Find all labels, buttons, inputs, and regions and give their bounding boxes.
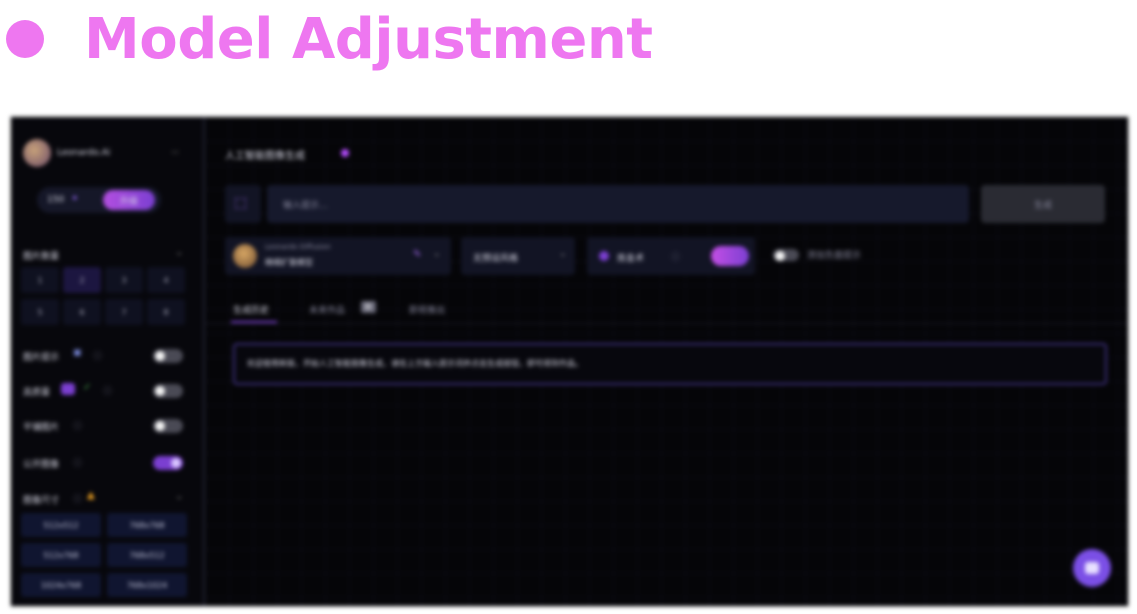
count-option[interactable]: 8 — [147, 299, 185, 325]
user-name[interactable]: Leonardo.Ai — [57, 148, 110, 158]
notice-text: 欢迎使用新版，开始人工智能图像生成，请在上方输入提示词并点击生成按钮，即可得到作… — [247, 359, 583, 368]
info-icon[interactable]: ⓘ — [73, 456, 82, 469]
chat-help-button[interactable] — [1073, 549, 1111, 587]
image-icon: ▣ — [73, 348, 82, 358]
count-option[interactable]: 1 — [21, 267, 59, 293]
collapse-sidebar-icon[interactable]: ‹‹ — [171, 147, 179, 158]
tab-history[interactable]: 生成历史 — [233, 303, 269, 316]
prompt-input[interactable]: 输入提示… — [267, 185, 969, 223]
info-icon[interactable]: ⓘ — [103, 384, 112, 397]
upgrade-button[interactable]: 升级 — [103, 190, 155, 210]
prompt-image-button[interactable]: ⬚ — [225, 185, 261, 223]
tab-future-works[interactable]: 未来作品 — [309, 303, 345, 316]
coin-icon: ✦ — [71, 194, 79, 204]
avatar[interactable] — [23, 139, 51, 167]
app-screenshot: Leonardo.Ai ‹‹ 150 ✦ 升级 图片数量 ⌄ 1 2 3 4 5… — [10, 116, 1129, 607]
size-option[interactable]: 768x512 — [107, 543, 187, 567]
size-option[interactable]: 512x512 — [21, 513, 101, 537]
heading-title: Model Adjustment — [84, 6, 653, 72]
count-option[interactable]: 4 — [147, 267, 185, 293]
size-option[interactable]: 768x768 — [107, 513, 187, 537]
page-title: 人工智能图像生成 — [225, 151, 305, 162]
token-count: 150 — [47, 195, 65, 205]
chevron-down-icon[interactable]: ⌄ — [175, 491, 183, 502]
toggle-high-quality[interactable] — [153, 384, 183, 398]
size-option[interactable]: 512x768 — [21, 543, 101, 567]
chevron-down-icon: ⌄ — [433, 249, 441, 259]
image-icon: ⬚ — [234, 195, 248, 211]
alchemy-toggle[interactable] — [711, 246, 749, 266]
alchemy-control: 炼金术 ⓘ — [587, 237, 755, 275]
section-label-dimensions: 图像尺寸 — [23, 496, 60, 506]
count-option[interactable]: 5 — [21, 299, 59, 325]
negative-prompt-label: 添加负面提示 — [807, 251, 862, 261]
toggle-label-tiling: 平铺图片 — [23, 423, 60, 433]
prompt-placeholder: 输入提示… — [283, 201, 329, 211]
model-label: Leonardo Diffusion — [265, 243, 331, 251]
section-label-images: 图片数量 — [23, 252, 60, 262]
negative-prompt-toggle[interactable] — [773, 249, 799, 261]
info-icon[interactable]: ⓘ — [671, 250, 680, 263]
leaf-icon: ✓ — [83, 382, 92, 393]
toggle-label-public: 公开图像 — [23, 460, 60, 470]
sparkle-icon — [61, 383, 75, 395]
count-option[interactable]: 2 — [63, 267, 101, 293]
model-selector[interactable]: Leonardo Diffusion 精细扩散模型 ✎ ⌄ — [225, 237, 451, 275]
section-heading: Model Adjustment — [6, 6, 653, 72]
size-option[interactable]: 768x1024 — [107, 573, 187, 597]
tab-divider — [205, 323, 1128, 324]
count-option[interactable]: 6 — [63, 299, 101, 325]
toggle-public[interactable] — [153, 456, 183, 470]
alchemy-icon — [599, 251, 609, 261]
toggle-tiling[interactable] — [153, 419, 183, 433]
toggle-image-prompt[interactable] — [153, 349, 183, 363]
size-option[interactable]: 1024x768 — [21, 573, 101, 597]
notice-box: 欢迎使用新版，开始人工智能图像生成，请在上方输入提示词并点击生成按钮，即可得到作… — [233, 343, 1107, 385]
toggle-label-image-prompt: 图片提示 — [23, 353, 60, 363]
upgrade-label: 升级 — [119, 196, 138, 207]
info-icon[interactable]: ⓘ — [73, 419, 82, 432]
main-area: 人工智能图像生成 ⬚ 输入提示… 生成 Leonardo Diffusion 精… — [205, 117, 1128, 606]
alchemy-label: 炼金术 — [617, 254, 645, 264]
brush-icon: ✎ — [413, 249, 422, 260]
new-badge: 新 — [361, 301, 376, 313]
bullet-dot — [6, 20, 44, 58]
style-label: 无预设风格 — [473, 254, 519, 264]
info-icon[interactable]: ⓘ — [93, 349, 102, 362]
info-icon[interactable]: ⓘ — [73, 492, 82, 505]
sidebar: Leonardo.Ai ‹‹ 150 ✦ 升级 图片数量 ⌄ 1 2 3 4 5… — [11, 117, 205, 606]
chevron-down-icon: ⌄ — [559, 249, 567, 259]
count-option[interactable]: 7 — [105, 299, 143, 325]
count-option[interactable]: 3 — [105, 267, 143, 293]
chevron-down-icon[interactable]: ⌄ — [175, 247, 183, 258]
model-avatar — [233, 244, 257, 268]
style-selector[interactable]: 无预设风格 ⌄ — [461, 237, 575, 275]
tab-coming-soon[interactable]: 即将推出 — [409, 303, 445, 316]
model-sub: 精细扩散模型 — [265, 258, 313, 267]
warning-icon: ▲ — [87, 490, 95, 501]
toggle-label-high-quality: 高质量 — [23, 388, 51, 398]
chat-icon — [1085, 562, 1099, 574]
generate-button[interactable]: 生成 — [981, 185, 1105, 223]
generate-label: 生成 — [1033, 200, 1052, 211]
status-dot-icon — [341, 149, 349, 157]
